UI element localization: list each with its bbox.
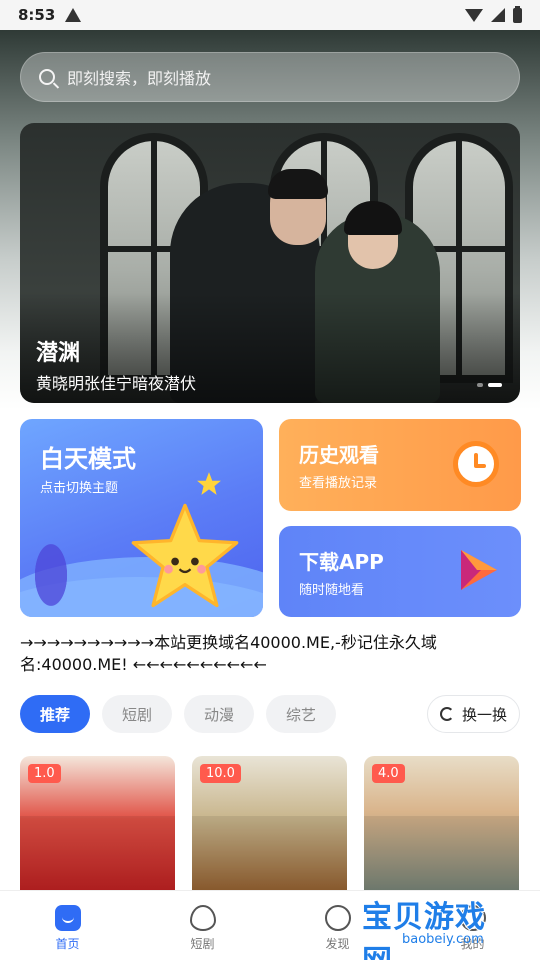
planet-icon	[324, 905, 351, 931]
nav-label: 短剧	[190, 937, 215, 951]
rating-badge: 4.0	[372, 764, 405, 783]
refresh-label: 换一换	[461, 705, 507, 724]
search-placeholder: 即刻搜索，即刻播放	[67, 69, 212, 88]
poster-art	[20, 816, 175, 896]
small-star-icon	[197, 472, 221, 495]
download-title: 下载APP	[299, 550, 384, 574]
history-title: 历史观看	[299, 443, 379, 467]
rating-badge: 10.0	[200, 764, 241, 783]
banner-subtitle: 黄晓明张佳宁暗夜潜伏	[36, 374, 197, 393]
carousel-dot-active[interactable]	[488, 383, 502, 387]
day-mode-desc: 点击切换主题	[40, 481, 119, 496]
video-poster[interactable]: 10.0	[192, 756, 347, 896]
watermark-url: baobeiy.com	[402, 932, 484, 947]
video-poster[interactable]: 4.0	[364, 756, 519, 896]
domain-notice: →→→→→→→→→→本站更换域名40000.ME,-秒记住永久域名:40000.…	[20, 633, 437, 674]
featured-banner[interactable]: 潜渊 黄晓明张佳宁暗夜潜伏	[20, 123, 520, 403]
search-bar[interactable]: 即刻搜索，即刻播放	[20, 52, 520, 102]
clock-icon	[453, 441, 499, 487]
carousel-dot[interactable]	[477, 383, 483, 387]
day-mode-card[interactable]: 白天模式 点击切换主题	[20, 419, 263, 617]
history-card[interactable]: 历史观看 查看播放记录	[279, 419, 521, 511]
tab-short-drama[interactable]: 短剧	[102, 695, 173, 733]
history-desc: 查看播放记录	[299, 476, 378, 491]
actor-hair	[268, 169, 328, 199]
site-watermark: 宝贝游戏网 baobeiy.com	[361, 892, 512, 960]
video-grid: 1.0 10.0 4.0	[20, 756, 520, 896]
status-indicators	[465, 5, 522, 23]
download-card[interactable]: 下载APP 随时随地看	[279, 526, 521, 617]
battery-icon	[513, 5, 522, 23]
tab-recommend[interactable]: 推荐	[20, 695, 91, 733]
star-mascot-icon	[131, 503, 239, 608]
wifi-icon	[465, 8, 483, 22]
nav-short-drama[interactable]: 短剧	[135, 891, 270, 960]
fire-icon	[189, 905, 216, 931]
warning-icon	[65, 8, 82, 22]
carousel-indicator[interactable]	[477, 383, 502, 387]
search-icon	[39, 69, 55, 85]
download-desc: 随时随地看	[299, 583, 365, 598]
status-bar: 8:53	[0, 0, 540, 30]
watermark-title: 宝贝游戏网	[361, 899, 486, 960]
tab-anime[interactable]: 动漫	[184, 695, 255, 733]
day-mode-title: 白天模式	[40, 445, 136, 473]
plant-icon	[26, 527, 76, 607]
poster-art	[364, 816, 519, 896]
home-icon	[54, 905, 81, 931]
nav-label: 首页	[55, 937, 80, 951]
nav-home[interactable]: 首页	[0, 891, 135, 960]
category-tabs: 推荐 短剧 动漫 综艺 换一换	[20, 694, 520, 734]
nav-label: 发现	[325, 937, 350, 951]
status-time: 8:53	[18, 6, 56, 24]
play-logo-icon	[461, 550, 497, 590]
poster-art	[192, 816, 347, 896]
tab-variety[interactable]: 综艺	[266, 695, 337, 733]
refresh-icon	[439, 707, 454, 721]
rating-badge: 1.0	[28, 764, 61, 783]
refresh-button[interactable]: 换一换	[426, 695, 520, 733]
video-poster[interactable]: 1.0	[20, 756, 175, 896]
banner-title: 潜渊	[36, 341, 81, 366]
signal-icon	[491, 8, 505, 22]
